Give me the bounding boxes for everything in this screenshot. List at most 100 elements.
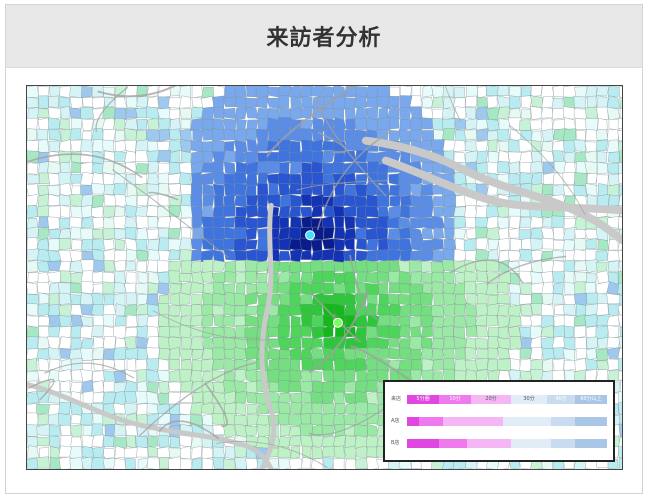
map-region xyxy=(343,260,358,274)
map-region xyxy=(530,161,544,173)
map-region xyxy=(321,150,335,165)
map-region xyxy=(388,204,401,219)
map-region xyxy=(289,282,302,295)
map-region xyxy=(222,238,236,250)
map-region xyxy=(136,95,149,108)
map-region xyxy=(256,95,269,109)
map-region xyxy=(573,184,588,197)
map-region xyxy=(212,446,226,460)
map-region xyxy=(234,456,248,469)
map-region xyxy=(136,227,149,241)
map-region xyxy=(27,226,39,240)
map-region xyxy=(37,336,50,349)
map-region xyxy=(345,118,356,130)
map-region xyxy=(181,359,192,371)
map-region xyxy=(300,370,313,383)
map-region xyxy=(179,445,191,460)
map-region xyxy=(27,315,40,328)
map-region xyxy=(147,216,159,229)
map-region xyxy=(211,215,226,229)
map-region xyxy=(223,97,237,108)
map-region xyxy=(508,227,521,239)
map-region xyxy=(233,182,248,196)
map-region xyxy=(179,107,193,120)
map-region xyxy=(475,128,489,142)
map-region xyxy=(463,129,478,140)
map-region xyxy=(168,358,181,370)
map-region xyxy=(80,228,94,241)
map-region xyxy=(136,325,148,339)
map-region xyxy=(530,315,543,327)
map-region xyxy=(81,86,93,98)
map-region xyxy=(542,161,555,175)
map-region xyxy=(255,86,270,98)
map-region xyxy=(169,204,182,217)
map-region xyxy=(102,161,115,175)
map-region xyxy=(60,424,71,436)
map-region xyxy=(453,139,467,152)
map-region xyxy=(529,119,543,131)
map-region xyxy=(179,161,193,174)
map-region xyxy=(92,216,105,230)
map-region xyxy=(167,172,181,184)
map-region xyxy=(37,326,51,339)
map-region xyxy=(398,106,412,121)
map-region xyxy=(551,260,566,274)
map-region xyxy=(178,86,191,98)
map-region xyxy=(235,402,247,416)
map-region xyxy=(179,380,193,393)
map-region xyxy=(148,161,160,174)
map-region xyxy=(377,314,391,327)
map-region xyxy=(223,107,236,119)
map-region xyxy=(80,106,95,120)
map-region xyxy=(191,107,203,119)
map-region xyxy=(344,281,356,294)
map-region xyxy=(47,336,61,350)
map-region xyxy=(332,250,346,263)
map-region xyxy=(37,204,50,217)
map-region xyxy=(200,172,214,185)
map-region xyxy=(146,96,160,108)
map-region xyxy=(125,435,137,449)
map-region xyxy=(191,457,203,469)
map-region xyxy=(552,119,566,130)
map-region xyxy=(202,183,215,195)
legend-segment xyxy=(575,439,607,448)
map-region xyxy=(574,357,588,372)
map-region xyxy=(27,97,39,109)
map-region xyxy=(322,325,334,338)
map-region xyxy=(245,172,258,187)
map-region xyxy=(475,226,488,240)
map-region xyxy=(91,182,105,195)
map-region xyxy=(618,370,622,381)
map-region xyxy=(27,336,39,350)
map-region xyxy=(453,106,467,120)
map-region xyxy=(290,107,303,120)
map-region xyxy=(365,238,379,251)
map-region xyxy=(179,315,192,327)
map-region xyxy=(124,128,137,142)
map-region xyxy=(618,151,622,165)
legend-segment-label: 40分 xyxy=(555,396,567,402)
map-region xyxy=(288,380,301,393)
map-region xyxy=(190,314,203,326)
map-region xyxy=(606,95,621,109)
choropleth-map[interactable]: 来店 5分圏 10分 20分 30分 40分 60分以上 A店 B店 xyxy=(26,85,623,470)
map-region xyxy=(113,458,127,469)
map-region xyxy=(223,348,236,360)
map-region xyxy=(126,292,137,306)
map-region xyxy=(431,337,445,351)
map-region xyxy=(333,117,347,131)
map-region xyxy=(146,106,160,121)
map-region xyxy=(454,304,466,316)
map-region xyxy=(442,86,454,98)
map-region xyxy=(344,216,356,230)
legend-row-label-b: B店 xyxy=(391,440,400,446)
map-region xyxy=(422,282,432,294)
map-region xyxy=(310,282,325,294)
map-region xyxy=(288,305,303,317)
map-region xyxy=(277,86,292,96)
map-region xyxy=(246,404,258,414)
map-region xyxy=(354,424,368,438)
map-region xyxy=(212,292,226,306)
